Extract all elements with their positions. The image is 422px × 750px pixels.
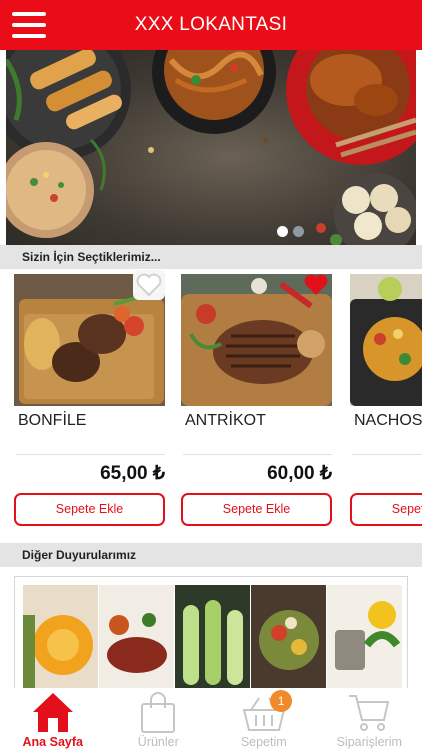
product-name: NACHOS — [354, 412, 422, 429]
hamburger-menu-icon[interactable] — [10, 10, 48, 40]
announcement-image[interactable] — [175, 585, 250, 689]
product-price: 60,00 ₺ — [267, 463, 332, 484]
product-name: BONFİLE — [18, 412, 87, 429]
product-card[interactable]: ANTRİKOT 60,00 ₺ Sepete Ekle — [181, 268, 332, 530]
nav-basket[interactable]: 1 Sepetim — [211, 688, 317, 750]
app-header: XXX LOKANTASI — [0, 0, 422, 50]
nav-home[interactable]: Ana Sayfa — [0, 688, 106, 750]
announcements-section-title: Diğer Duyurularımız — [0, 543, 422, 567]
add-to-cart-button[interactable]: Sepete Ekle — [181, 493, 332, 526]
nav-orders-label: Siparişlerim — [336, 735, 402, 749]
product-price: 65,00 ₺ — [100, 463, 165, 484]
product-card[interactable]: NACHOS Sepete Ekle — [350, 268, 422, 530]
featured-products-carousel[interactable]: BONFİLE 65,00 ₺ Sepete Ekle ANTRİKOT 60,… — [0, 268, 422, 538]
favorite-heart-icon[interactable] — [300, 270, 332, 300]
product-card[interactable]: BONFİLE 65,00 ₺ Sepete Ekle — [14, 268, 165, 530]
cart-count-badge: 1 — [270, 690, 293, 712]
product-image — [350, 274, 422, 406]
cart-icon — [349, 695, 390, 731]
slider-dot-2[interactable] — [293, 226, 304, 237]
home-icon — [32, 693, 73, 732]
announcements-carousel[interactable] — [14, 576, 408, 690]
slider-dot-1[interactable] — [277, 226, 288, 237]
nav-products[interactable]: Ürünler — [106, 688, 212, 750]
announcement-image[interactable] — [327, 585, 402, 689]
announcement-image[interactable] — [251, 585, 326, 689]
add-to-cart-button[interactable]: Sepete Ekle — [350, 493, 422, 526]
slider-dots[interactable] — [277, 226, 304, 237]
featured-section-title: Sizin İçin Seçtiklerimiz... — [0, 245, 422, 269]
announcement-image[interactable] — [23, 585, 98, 689]
add-to-cart-button[interactable]: Sepete Ekle — [14, 493, 165, 526]
divider — [183, 454, 332, 455]
announcement-image[interactable] — [99, 585, 174, 689]
divider — [16, 454, 165, 455]
bottom-navigation: Ana Sayfa Ürünler 1 Sepetim Siparişlerim — [0, 688, 422, 750]
banner-slider[interactable] — [6, 50, 416, 245]
shopping-bag-icon — [141, 692, 176, 733]
divider — [352, 454, 422, 455]
product-name: ANTRİKOT — [185, 412, 266, 429]
favorite-heart-icon[interactable] — [133, 270, 165, 300]
app-title: XXX LOKANTASI — [134, 14, 288, 35]
nav-orders[interactable]: Siparişlerim — [317, 688, 422, 750]
banner-image — [6, 50, 416, 245]
nav-home-label: Ana Sayfa — [22, 735, 83, 749]
nav-products-label: Ürünler — [137, 735, 179, 749]
nav-basket-label: Sepetim — [240, 735, 287, 749]
